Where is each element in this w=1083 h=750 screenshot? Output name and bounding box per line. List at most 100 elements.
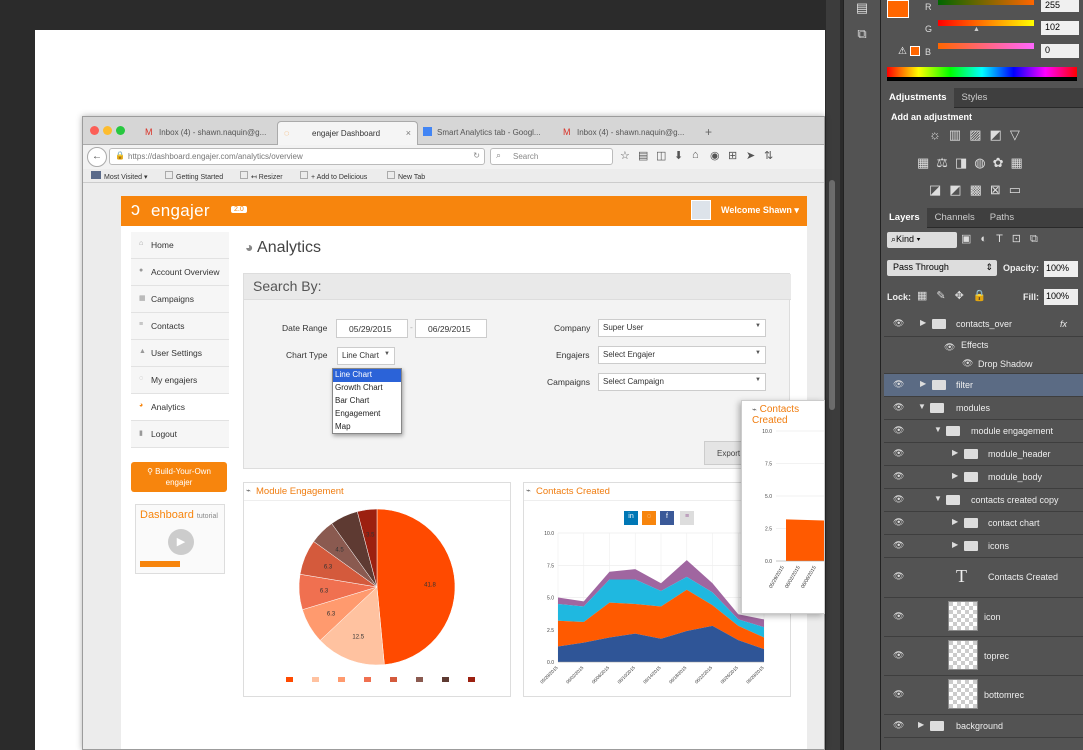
sidebar-item-account-overview[interactable]: ● Account Overview [131,259,229,286]
levels-icon[interactable]: ▥ [949,127,969,142]
vibrance-icon[interactable]: ▽ [1010,127,1028,142]
expand-triangle-icon[interactable]: ▶ [952,471,958,480]
user-menu[interactable]: Welcome Shawn ▾ [721,205,799,216]
g-value-field[interactable]: 102 [1041,21,1079,35]
tab-channels[interactable]: Channels [927,208,982,228]
layer-filter-kind[interactable]: ⌕Kind ▾ [887,232,957,248]
expand-triangle-icon[interactable]: ▶ [952,448,958,457]
opacity-field[interactable]: 100% [1044,261,1078,277]
chart-type-select[interactable]: Line Chart ▼ [337,347,395,365]
zoom-window-button[interactable] [116,126,125,135]
eye-icon[interactable]: 👁 [944,342,955,353]
option-growth-chart[interactable]: Growth Chart [333,382,401,395]
layer-contact-chart[interactable]: 👁 ▶ contact chart [884,512,1083,535]
download-icon[interactable]: ⬇ [674,149,683,162]
eye-icon[interactable]: 👁 [893,379,904,390]
layer-module-engagement[interactable]: 👁 ▼ module engagement [884,420,1083,443]
eye-icon[interactable]: 👁 [893,517,904,528]
reload-icon[interactable]: ↻ [473,151,480,160]
home-icon[interactable]: ⌂ [692,149,699,161]
search-input[interactable]: ⌕ Search [490,148,613,165]
minimize-window-button[interactable] [103,126,112,135]
gamut-swatch[interactable] [910,46,920,56]
fullscreen-icon[interactable]: ⊞ [728,149,737,162]
expand-triangle-icon[interactable]: ▶ [920,318,926,327]
close-tab-icon[interactable]: × [406,128,411,138]
new-tab-icon[interactable]: + [705,125,712,139]
brightness-icon[interactable]: ☼ [929,127,949,142]
layer-bottomrec[interactable]: 👁 bottomrec [884,676,1083,715]
photo-filter-icon[interactable]: ◍ [974,155,992,170]
eye-icon[interactable]: 👁 [893,448,904,459]
color-lookup-icon[interactable]: ▦ [1011,155,1030,170]
tab-styles[interactable]: Styles [954,88,995,108]
sidebar-item-analytics[interactable]: ◕ Analytics [131,394,229,421]
layer-modules[interactable]: 👁 ▼ modules [884,397,1083,420]
sidebar-item-my-engajers[interactable]: ◌ My engajers [131,367,229,394]
eye-icon[interactable]: 👁 [893,318,904,329]
tab-gmail-1[interactable]: M Inbox (4) - shawn.naquin@g... [141,121,276,145]
engajer-share-icon[interactable]: ◌ [642,511,656,525]
sidebar-item-home[interactable]: ⌂ Home [131,232,229,259]
b-slider[interactable] [938,43,1034,49]
eye-icon[interactable]: 👁 [893,471,904,482]
sync-icon[interactable]: ⇅ [764,149,773,162]
engajers-select[interactable]: Select Engajer ▼ [598,346,766,364]
layer-contacts-created-text[interactable]: 👁 T Contacts Created [884,558,1083,598]
sidebar-item-campaigns[interactable]: ▦ Campaigns [131,286,229,313]
date-to-field[interactable]: 06/29/2015 [415,319,487,338]
pocket-icon[interactable]: ◫ [656,149,666,162]
black-white-icon[interactable]: ◨ [955,155,974,170]
sidebar-item-contacts[interactable]: ≡ Contacts [131,313,229,340]
layer-filter[interactable]: 👁 ▶ filter [884,374,1083,397]
eye-icon[interactable]: 👁 [893,611,904,622]
eye-icon[interactable]: 👁 [962,358,973,369]
threshold-icon[interactable]: ▩ [970,182,990,197]
eye-icon[interactable]: 👁 [893,720,904,731]
url-field[interactable]: 🔒 https://dashboard.engajer.com/analytic… [109,148,485,165]
shape-filter-icon[interactable]: ⊡ [1012,233,1030,245]
type-filter-icon[interactable]: T [996,233,1012,245]
sidebar-item-logout[interactable]: ▮ Logout [131,421,229,448]
company-select[interactable]: Super User ▼ [598,319,766,337]
option-line-chart[interactable]: Line Chart [333,369,401,382]
selective-color-icon[interactable]: ⊠ [990,182,1009,197]
foreground-color-swatch[interactable] [887,0,909,18]
r-slider[interactable] [938,0,1034,5]
expand-triangle-icon[interactable]: ▶ [952,540,958,549]
app-logo[interactable]: engajer [151,201,210,221]
lock-transparent-icon[interactable]: ▦ [917,290,936,302]
blend-mode-select[interactable]: Pass Through ⇕ [887,260,997,276]
tab-paths[interactable]: Paths [982,208,1021,228]
dashboard-tutorial-video[interactable]: Dashboard tutorial ▶ [135,504,225,574]
date-from-field[interactable]: 05/29/2015 [336,319,408,338]
layer-module-body[interactable]: 👁 ▶ module_body [884,466,1083,489]
fill-field[interactable]: 100% [1044,289,1078,305]
expand-triangle-icon[interactable]: ▶ [918,720,924,729]
invert-icon[interactable]: ◪ [929,182,949,197]
eye-icon[interactable]: 👁 [893,494,904,505]
layer-drop-shadow[interactable]: 👁 Drop Shadow [884,357,1083,374]
color-spectrum[interactable] [887,67,1077,81]
collapse-triangle-icon[interactable]: ▼ [934,494,942,503]
warning-icon[interactable]: ⚠ [898,46,907,57]
bookmark-new-tab[interactable]: New Tab [387,171,425,181]
layer-contacts-over[interactable]: 👁 ▶ contacts_over fx [884,313,1083,337]
star-icon[interactable]: ☆ [620,149,630,162]
tab-smart-analytics[interactable]: Smart Analytics tab - Googl... [419,121,557,145]
tab-layers[interactable]: Layers [881,208,927,228]
eye-icon[interactable]: 👁 [893,689,904,700]
bookmark-delicious[interactable]: + Add to Delicious [300,171,367,181]
layer-module-header[interactable]: 👁 ▶ module_header [884,443,1083,466]
chat-icon[interactable]: ◉ [710,149,720,162]
curves-icon[interactable]: ▨ [969,127,989,142]
layer-contacts-created-copy[interactable]: 👁 ▼ contacts created copy [884,489,1083,512]
gradient-map-icon[interactable]: ▭ [1009,182,1029,197]
option-map[interactable]: Map [333,421,401,434]
eye-icon[interactable]: 👁 [893,571,904,582]
3d-cube-icon[interactable]: ⧉ [849,26,875,46]
exposure-icon[interactable]: ◩ [990,127,1010,142]
layer-background[interactable]: 👁 ▶ background [884,715,1083,738]
channel-mixer-icon[interactable]: ✿ [993,155,1011,170]
expand-triangle-icon[interactable]: ▶ [920,379,926,388]
